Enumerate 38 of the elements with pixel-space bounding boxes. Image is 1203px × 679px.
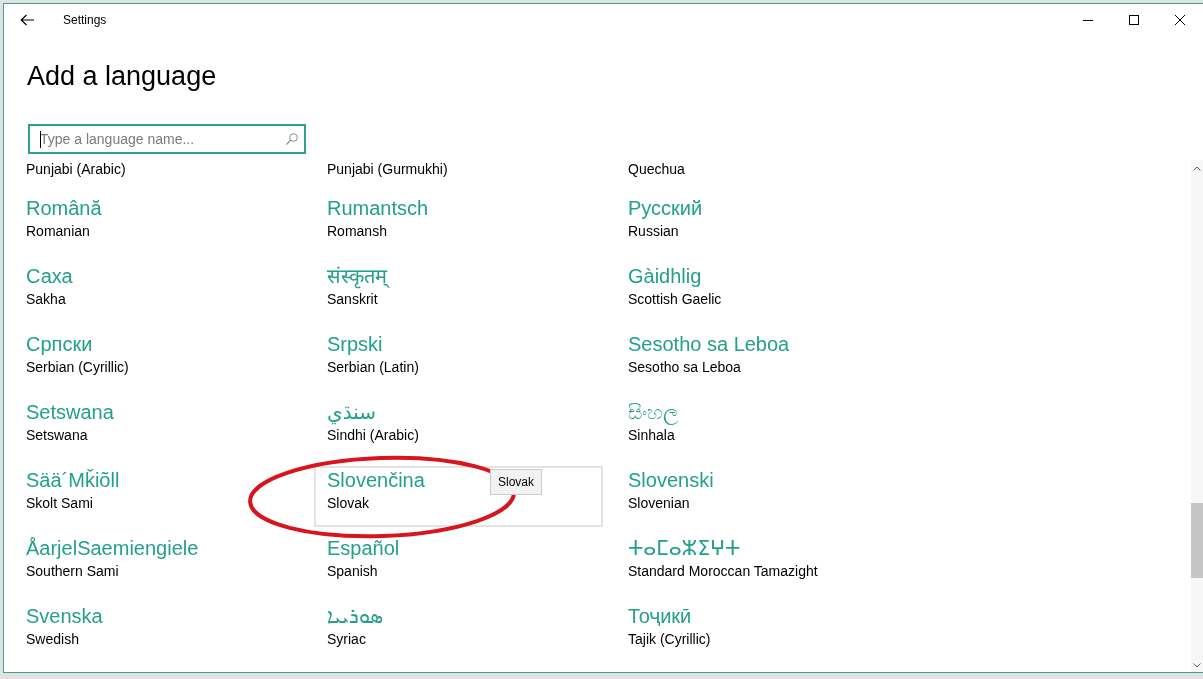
language-name[interactable]: Punjabi (Gurmukhi) xyxy=(327,160,448,179)
language-name[interactable]: Slovak xyxy=(327,493,370,513)
language-name[interactable]: Standard Moroccan Tamazight xyxy=(628,561,818,581)
language-name[interactable]: Sesotho sa Leboa xyxy=(628,357,741,377)
search-field[interactable]: Type a language name... xyxy=(28,124,306,154)
language-name[interactable]: Romansh xyxy=(327,221,387,241)
back-arrow-icon[interactable] xyxy=(20,14,34,26)
minimize-icon[interactable] xyxy=(1083,19,1093,21)
language-name[interactable]: Skolt Sami xyxy=(26,493,93,513)
tooltip: Slovak xyxy=(490,469,543,495)
language-name[interactable]: Southern Sami xyxy=(26,561,119,581)
text-cursor xyxy=(40,131,41,148)
language-name[interactable]: Tajik (Cyrillic) xyxy=(628,629,711,649)
language-name[interactable]: Serbian (Latin) xyxy=(327,357,419,377)
language-name[interactable]: Sindhi (Arabic) xyxy=(327,425,419,445)
window-title: Settings xyxy=(63,13,107,27)
close-icon[interactable] xyxy=(1175,15,1185,25)
language-name[interactable]: Serbian (Cyrillic) xyxy=(26,357,129,377)
language-name[interactable]: Setswana xyxy=(26,425,88,445)
language-name[interactable]: Romanian xyxy=(26,221,90,241)
language-name[interactable]: Swedish xyxy=(26,629,79,649)
scroll-up-icon[interactable] xyxy=(1193,166,1201,171)
maximize-icon[interactable] xyxy=(1129,15,1139,25)
language-name[interactable]: Scottish Gaelic xyxy=(628,289,722,309)
language-name[interactable]: Sinhala xyxy=(628,425,675,445)
scroll-down-icon[interactable] xyxy=(1193,663,1201,668)
language-name[interactable]: Sanskrit xyxy=(327,289,378,309)
language-name[interactable]: Syriac xyxy=(327,629,366,649)
search-icon[interactable] xyxy=(286,133,298,145)
language-name[interactable]: Spanish xyxy=(327,561,378,581)
scrollbar-track[interactable] xyxy=(1191,160,1203,672)
language-name[interactable]: Sakha xyxy=(26,289,66,309)
scrollbar-thumb[interactable] xyxy=(1191,503,1203,578)
language-name[interactable]: Slovenian xyxy=(628,493,690,513)
language-name[interactable]: Quechua xyxy=(628,160,685,179)
language-name[interactable]: Punjabi (Arabic) xyxy=(26,160,126,179)
language-name[interactable]: Russian xyxy=(628,221,679,241)
page-title: Add a language xyxy=(27,60,217,93)
